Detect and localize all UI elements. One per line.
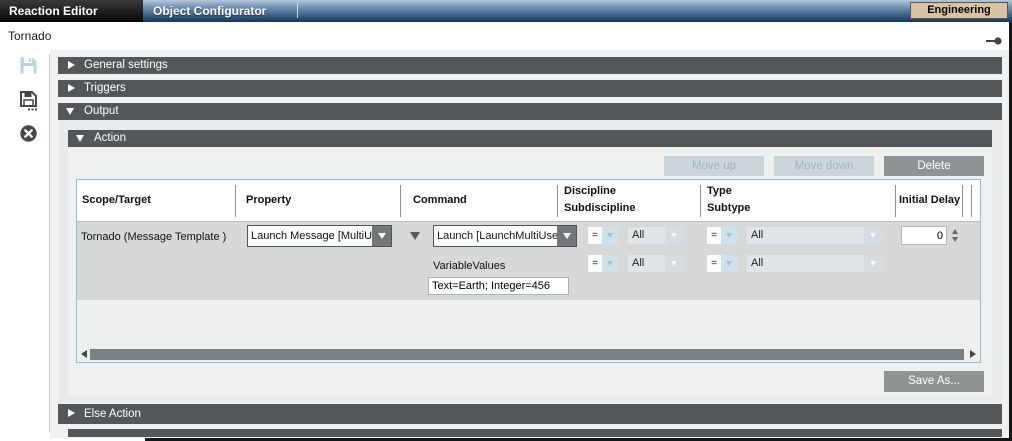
dropdown-arrow-icon[interactable] [557,226,576,246]
scroll-left-icon[interactable] [81,350,87,358]
spinner-up-icon[interactable] [952,229,958,234]
section-label: Action [94,132,126,144]
tab-reaction-editor[interactable]: Reaction Editor [0,0,143,22]
variable-values-input[interactable] [428,277,569,295]
horizontal-scrollbar[interactable] [77,348,980,361]
dropdown-arrow-icon [721,227,737,244]
section-general-settings[interactable]: General settings [58,57,1002,74]
object-header-row: Tornado [0,22,1012,50]
operator-value: = [588,227,602,244]
chevron-right-icon [68,84,75,92]
scrollbar-thumb[interactable] [90,349,964,360]
column-divider[interactable] [700,185,701,217]
col-type: Type [707,185,732,197]
subtype-operator-dropdown[interactable]: = [707,255,737,272]
reaction-editor-window: Reaction Editor Object Configurator Engi… [0,0,1012,441]
chevron-down-icon [66,108,74,115]
type-dropdown[interactable]: All [747,227,882,244]
subdiscipline-dropdown[interactable]: All [628,255,683,272]
save-as-button[interactable]: Save As... [884,371,984,392]
dropdown-arrow-icon [665,227,683,244]
section-label: Output [84,105,119,117]
dropdown-arrow-icon [864,255,882,272]
move-up-button[interactable]: Move up [664,156,764,176]
column-divider[interactable] [971,185,972,217]
dropdown-arrow-icon[interactable] [372,226,391,246]
object-name: Tornado [8,29,51,43]
command-dropdown-value: Launch [LaunchMultiUse [434,230,557,242]
section-label: Else Action [84,408,141,420]
table-data-area: Tornado (Message Template ) Launch Messa… [77,222,980,300]
chevron-right-icon [68,61,75,69]
move-down-button[interactable]: Move down [774,156,874,176]
dropdown-arrow-icon [665,255,683,272]
discipline-dropdown[interactable]: All [628,227,683,244]
save-as-icon[interactable] [19,90,39,110]
col-command: Command [413,194,467,206]
dropdown-arrow-icon [864,227,882,244]
type-operator-dropdown[interactable]: = [707,227,737,244]
engineering-mode-button[interactable]: Engineering [910,2,1008,19]
section-else-action[interactable]: Else Action [58,404,1002,424]
tab-separator [297,3,298,18]
column-divider[interactable] [400,185,401,217]
section-output[interactable]: Output [58,103,1002,120]
col-property: Property [246,194,291,206]
section-partial-bottom[interactable] [68,429,1002,437]
column-divider[interactable] [962,185,963,217]
variable-values-label: VariableValues [433,260,505,272]
cancel-icon[interactable] [19,124,39,144]
save-icon[interactable] [19,56,39,76]
operator-value: = [707,255,721,272]
table-header-row: Scope/Target Property Command Discipline… [77,180,980,222]
command-expander-icon[interactable] [410,232,420,240]
col-scope-target: Scope/Target [82,194,151,206]
column-divider[interactable] [895,185,896,217]
spinner-down-icon[interactable] [952,237,958,242]
property-dropdown[interactable]: Launch Message [MultiUse [247,225,392,247]
property-dropdown-value: Launch Message [MultiUse [248,230,372,242]
section-label: General settings [84,59,168,71]
col-discipline: Discipline [564,185,616,197]
subdiscipline-operator-dropdown[interactable]: = [588,255,618,272]
type-value: All [747,227,864,244]
command-dropdown[interactable]: Launch [LaunchMultiUse [433,225,577,247]
pin-icon[interactable] [986,32,1002,40]
column-divider[interactable] [557,185,558,217]
scroll-right-icon[interactable] [970,350,976,358]
dropdown-arrow-icon [602,227,618,244]
subdiscipline-value: All [628,255,665,272]
col-subdiscipline: Subdiscipline [564,202,636,214]
operator-value: = [707,227,721,244]
dropdown-arrow-icon [721,255,737,272]
section-label: Triggers [84,82,126,94]
dropdown-arrow-icon [602,255,618,272]
col-subtype: Subtype [707,202,750,214]
discipline-value: All [628,227,665,244]
scope-target-value: Tornado (Message Template ) [81,231,226,243]
subtype-value: All [747,255,864,272]
section-action[interactable]: Action [68,130,992,147]
chevron-down-icon [76,135,84,142]
subtype-dropdown[interactable]: All [747,255,882,272]
initial-delay-spinner[interactable] [949,226,960,245]
column-divider[interactable] [235,185,236,217]
action-table: Scope/Target Property Command Discipline… [76,179,981,363]
discipline-operator-dropdown[interactable]: = [588,227,618,244]
delete-button[interactable]: Delete [884,156,984,176]
operator-value: = [588,255,602,272]
col-initial-delay: Initial Delay [899,194,961,206]
initial-delay-input[interactable] [901,226,947,245]
tab-object-configurator[interactable]: Object Configurator [153,0,266,22]
top-tab-bar: Reaction Editor Object Configurator Engi… [0,0,1012,22]
chevron-right-icon [68,409,75,417]
section-triggers[interactable]: Triggers [58,80,1002,97]
